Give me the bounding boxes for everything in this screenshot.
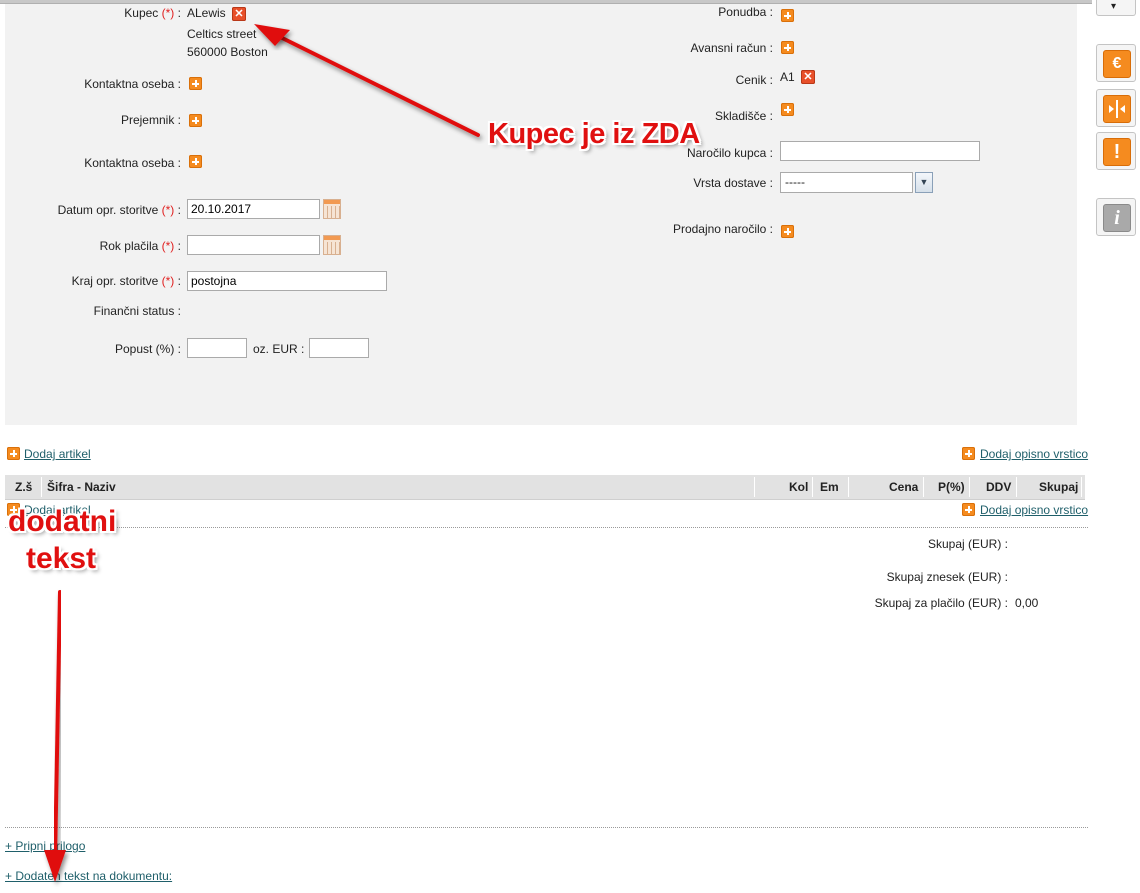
annotation-text-note-2: tekst — [26, 542, 97, 575]
arrow-to-text-link — [53, 590, 62, 864]
annotation-text-note-1: dodatni — [8, 505, 117, 538]
arrow-head-kupec — [254, 24, 290, 46]
arrow-head-text-link — [44, 850, 66, 882]
annotation-kupec-note: Kupec je iz ZDA — [488, 118, 700, 150]
arrow-to-kupec — [264, 28, 480, 137]
